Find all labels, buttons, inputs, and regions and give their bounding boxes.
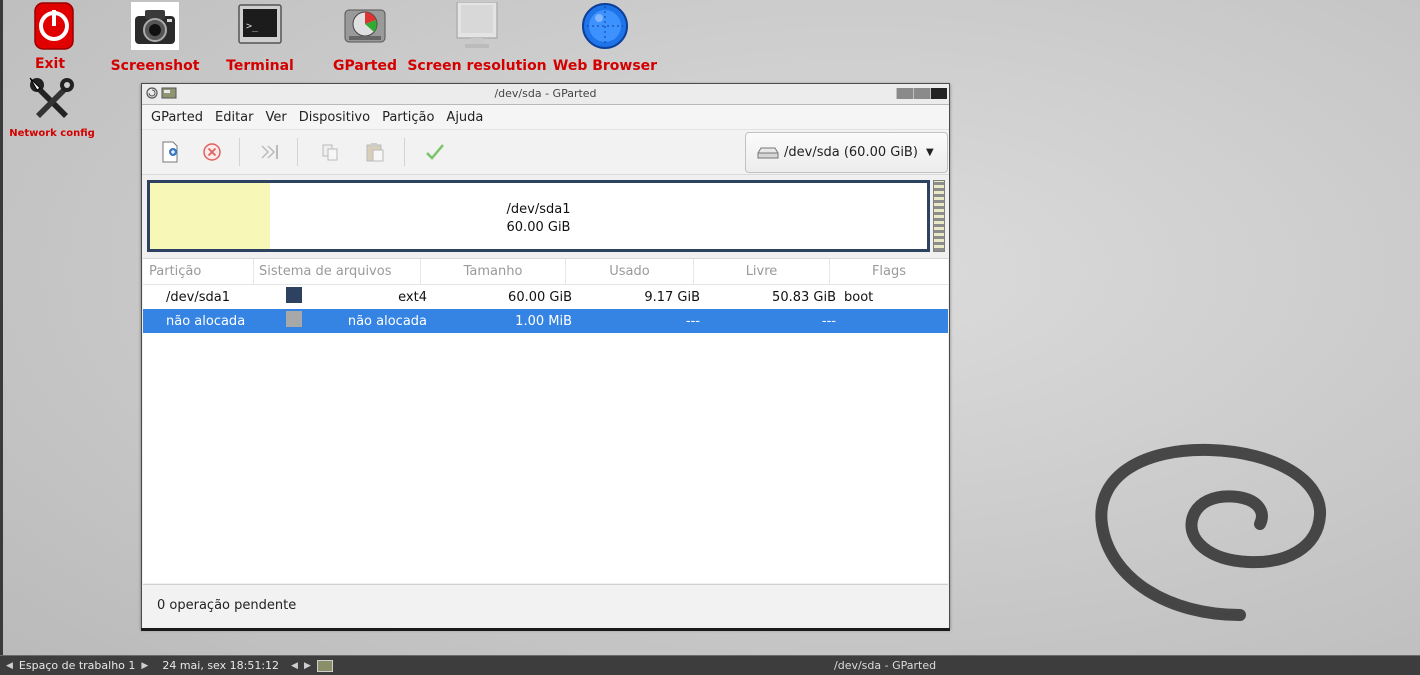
desktop-icon-label: Screen resolution <box>407 58 547 74</box>
cell-used: 9.17 GiB <box>644 289 700 305</box>
monitor-icon <box>456 1 498 48</box>
gparted-window: /dev/sda - GParted GParted Editar Ver Di… <box>141 83 950 631</box>
desktop-icon-screen-resolution[interactable]: Screen resolution <box>404 1 550 74</box>
window-bottom-border <box>141 628 950 631</box>
desktop-icon-terminal[interactable]: >_ Terminal <box>222 2 298 74</box>
menu-gparted[interactable]: GParted <box>145 110 209 125</box>
harddisk-icon <box>757 147 779 158</box>
workspace-prev-icon[interactable]: ◀ <box>6 661 13 671</box>
desktop-icon-label: Exit <box>34 56 66 72</box>
taskbar: ◀ Espaço de trabalho 1 ▶ 24 mai, sex 18:… <box>0 655 1420 675</box>
cell-partition: /dev/sda1 <box>166 289 230 305</box>
desktop-icon-network-config[interactable]: Network config <box>6 76 98 139</box>
desktop-icon-label: Terminal <box>226 58 294 74</box>
globe-icon <box>582 3 628 49</box>
cell-filesystem: ext4 <box>398 289 427 305</box>
desktop-icon-web-browser[interactable]: Web Browser <box>552 2 658 74</box>
paste-button[interactable] <box>362 139 388 165</box>
power-icon <box>34 2 74 50</box>
window-titlebar[interactable]: /dev/sda - GParted <box>142 84 949 105</box>
cell-size: 60.00 GiB <box>508 289 572 305</box>
minimize-button[interactable] <box>896 88 913 99</box>
workspace-name[interactable]: Espaço de trabalho 1 <box>19 659 135 672</box>
delete-icon <box>203 143 221 161</box>
desktop-icon-label: GParted <box>333 58 397 74</box>
new-partition-icon <box>162 141 178 163</box>
table-header: Partição Sistema de arquivos Tamanho Usa… <box>143 259 948 285</box>
delete-partition-button[interactable] <box>199 139 225 165</box>
debian-swirl-logo <box>1095 443 1326 621</box>
resize-move-icon <box>261 145 278 159</box>
column-header[interactable]: Sistema de arquivos <box>254 259 421 284</box>
table-row[interactable]: /dev/sda1 ext4 60.00 GiB 9.17 GiB 50.83 … <box>143 285 948 309</box>
device-selector[interactable]: /dev/sda (60.00 GiB) ▼ <box>745 132 948 173</box>
partition-table: Partição Sistema de arquivos Tamanho Usa… <box>143 258 948 583</box>
disk-map[interactable]: /dev/sda1 60.00 GiB <box>147 180 930 252</box>
chevron-down-icon: ▼ <box>925 147 934 158</box>
menu-particao[interactable]: Partição <box>376 110 440 125</box>
paste-icon <box>366 143 384 162</box>
cell-filesystem: não alocada <box>347 313 427 329</box>
new-partition-button[interactable] <box>157 139 183 165</box>
desktop-icon-label: Network config <box>9 128 95 139</box>
desktop-icon-exit[interactable]: Exit <box>15 2 85 72</box>
tray-app-icon[interactable] <box>316 659 333 672</box>
menu-bar: GParted Editar Ver Dispositivo Partição … <box>142 105 949 130</box>
column-header[interactable]: Tamanho <box>421 259 566 284</box>
maximize-button[interactable] <box>913 88 930 99</box>
device-selector-value: /dev/sda (60.00 GiB) <box>784 145 918 160</box>
copy-button[interactable] <box>317 139 343 165</box>
desktop-icon-label: Screenshot <box>110 58 200 74</box>
gparted-icon <box>344 9 386 43</box>
cell-partition: não alocada <box>166 313 246 329</box>
desktop-icon-gparted[interactable]: GParted <box>330 2 400 74</box>
camera-icon <box>131 2 179 50</box>
menu-dispositivo[interactable]: Dispositivo <box>293 110 376 125</box>
cell-free: --- <box>821 313 836 329</box>
table-row-selected[interactable]: não alocada não alocada 1.00 MiB --- --- <box>143 309 948 333</box>
disk-map-size: 60.00 GiB <box>506 220 571 235</box>
desktop-icon-label: Web Browser <box>552 58 658 74</box>
menu-editar[interactable]: Editar <box>209 110 260 125</box>
cell-flags: boot <box>844 289 874 305</box>
tools-icon <box>29 77 74 118</box>
screen-edge <box>0 0 3 655</box>
svg-text:>_: >_ <box>246 21 259 32</box>
status-bar: 0 operação pendente <box>143 584 948 626</box>
apply-button[interactable] <box>422 139 448 165</box>
column-header[interactable]: Usado <box>566 259 694 284</box>
column-header[interactable]: Partição <box>143 259 254 284</box>
resize-move-button[interactable] <box>257 139 283 165</box>
column-header[interactable]: Livre <box>694 259 830 284</box>
disk-map-partition: /dev/sda1 <box>506 202 571 217</box>
cell-used: --- <box>685 313 700 329</box>
clock: 24 mai, sex 18:51:12 <box>162 659 280 672</box>
desktop-icon-screenshot[interactable]: Screenshot <box>108 2 202 74</box>
workspace-next-icon[interactable]: ▶ <box>141 661 148 671</box>
terminal-icon: >_ <box>238 4 282 44</box>
toolbar: /dev/sda (60.00 GiB) ▼ <box>142 130 949 175</box>
task-prev-icon[interactable]: ◀ <box>291 661 298 671</box>
column-header[interactable]: Flags <box>830 259 948 284</box>
cell-size: 1.00 MiB <box>515 313 572 329</box>
taskbar-active-task[interactable]: /dev/sda - GParted <box>834 659 936 672</box>
apply-icon <box>426 144 444 160</box>
window-title: /dev/sda - GParted <box>494 87 597 100</box>
copy-icon <box>322 144 338 161</box>
menu-ajuda[interactable]: Ajuda <box>440 110 489 125</box>
close-button[interactable] <box>930 88 947 99</box>
menu-ver[interactable]: Ver <box>260 110 293 125</box>
cell-free: 50.83 GiB <box>772 289 836 305</box>
unallocated-strip[interactable] <box>933 180 945 252</box>
task-next-icon[interactable]: ▶ <box>304 661 311 671</box>
